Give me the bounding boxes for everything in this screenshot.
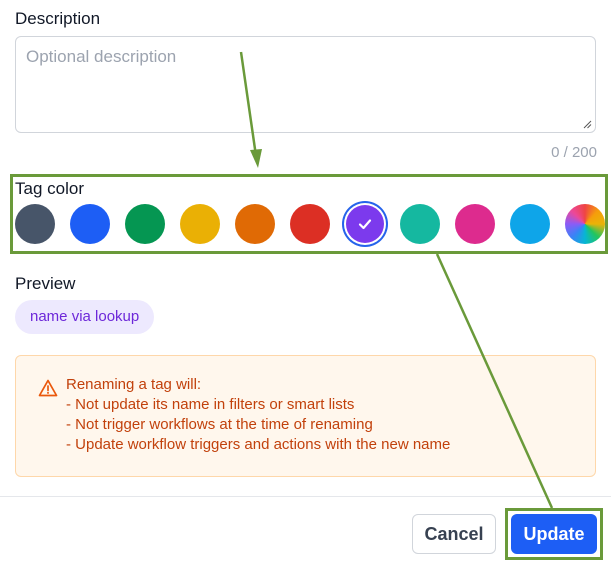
tag-preview-chip: name via lookup — [15, 300, 155, 334]
cancel-button[interactable]: Cancel — [412, 514, 496, 554]
description-input[interactable] — [16, 37, 595, 132]
warning-line: - Update workflow triggers and actions w… — [66, 436, 451, 453]
swatch-orange[interactable] — [235, 204, 275, 244]
color-swatch-row — [15, 204, 605, 246]
character-counter: 0 / 200 — [551, 144, 597, 161]
checkmark-icon — [346, 205, 384, 243]
swatch-green[interactable] — [125, 204, 165, 244]
arrowhead-icon — [250, 149, 262, 168]
warning-line: - Not trigger workflows at the time of r… — [66, 416, 373, 433]
warning-line: - Not update its name in filters or smar… — [66, 396, 355, 413]
tag-color-label: Tag color — [15, 179, 84, 198]
swatch-amber[interactable] — [180, 204, 220, 244]
rename-warning-box: Renaming a tag will: - Not update its na… — [15, 355, 596, 477]
warning-triangle-icon — [38, 379, 58, 397]
description-field[interactable] — [15, 36, 596, 133]
swatch-sky[interactable] — [510, 204, 550, 244]
footer-divider — [0, 496, 611, 497]
swatch-slate[interactable] — [15, 204, 55, 244]
swatch-purple[interactable] — [346, 205, 384, 243]
swatch-teal[interactable] — [400, 204, 440, 244]
swatch-red[interactable] — [290, 204, 330, 244]
description-label: Description — [15, 9, 101, 28]
update-button[interactable]: Update — [511, 514, 597, 554]
swatch-blue[interactable] — [70, 204, 110, 244]
swatch-rainbow[interactable] — [565, 204, 605, 244]
preview-label: Preview — [15, 274, 76, 293]
resize-grip-icon[interactable] — [582, 119, 592, 129]
swatch-pink[interactable] — [455, 204, 495, 244]
warning-line: Renaming a tag will: — [66, 376, 202, 393]
